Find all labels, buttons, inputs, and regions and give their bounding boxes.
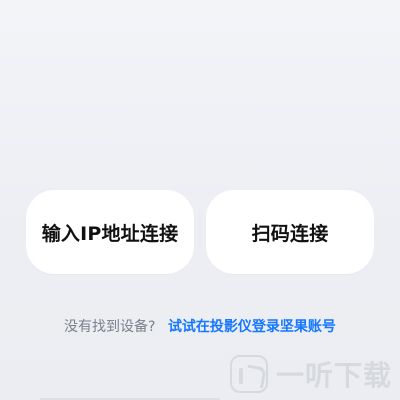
watermark-text: 一听下载 [275,359,392,392]
device-connection-screen: 输入IP地址连接 扫码连接 没有找到设备? 试试在投影仪登录坚果账号 一听下载 [0,0,400,400]
scan-qr-connect-button[interactable]: 扫码连接 [206,190,374,274]
device-not-found-help: 没有找到设备? 试试在投影仪登录坚果账号 [0,318,400,336]
yiting-logo-icon [229,355,268,393]
manual-ip-connect-button[interactable]: 输入IP地址连接 [26,190,194,274]
watermark: 一听下载 [229,354,392,394]
no-device-question: 没有找到设备? [64,319,156,335]
login-on-projector-link[interactable]: 试试在投影仪登录坚果账号 [168,319,336,335]
connection-actions: 输入IP地址连接 扫码连接 [26,190,374,274]
